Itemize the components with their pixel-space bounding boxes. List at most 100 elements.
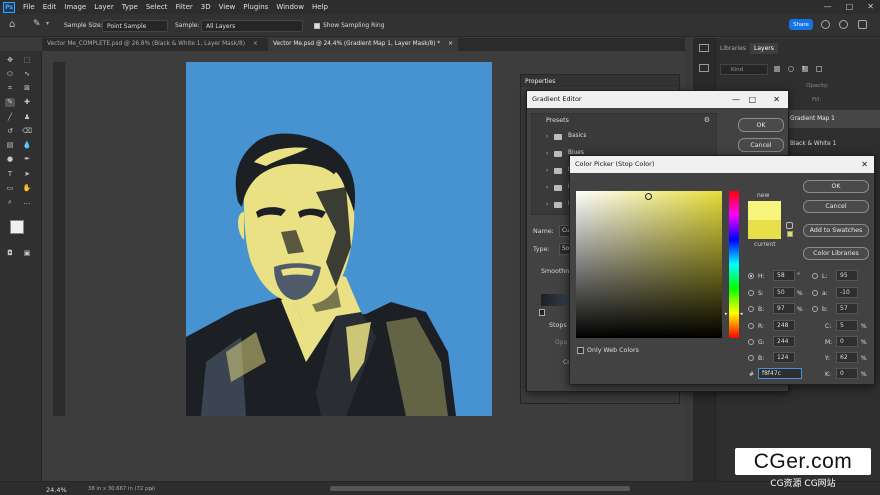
pen-tool-icon[interactable]: ✒ <box>22 155 32 164</box>
layer-kind-filter[interactable]: Kind <box>720 64 768 75</box>
menu-help[interactable]: Help <box>308 3 332 11</box>
gradient-tool-icon[interactable]: ▤ <box>5 141 15 150</box>
minimize-icon[interactable]: — <box>824 0 832 14</box>
red-field[interactable]: 248 <box>773 320 795 331</box>
menu-view[interactable]: View <box>215 3 240 11</box>
lightness-field[interactable]: 95 <box>836 270 858 281</box>
gradient-cancel-button[interactable]: Cancel <box>738 138 784 152</box>
color-picker-cancel-button[interactable]: Cancel <box>803 200 869 213</box>
brightness-field[interactable]: 97 <box>773 303 795 314</box>
workspace-icon[interactable] <box>858 20 867 29</box>
cyan-field[interactable]: 5 <box>836 320 858 331</box>
chevron-down-icon[interactable]: ▾ <box>46 20 49 27</box>
search-icon[interactable] <box>821 20 830 29</box>
saturation-field[interactable]: 50 <box>773 287 795 298</box>
color-picker-titlebar[interactable]: Color Picker (Stop Color) ✕ <box>570 156 874 173</box>
menu-image[interactable]: Image <box>60 3 90 11</box>
gradient-preview-bar[interactable] <box>541 294 571 306</box>
zoom-level[interactable]: 24.4% <box>46 486 67 494</box>
presets-label[interactable]: Presets <box>546 117 569 124</box>
lasso-tool-icon[interactable]: ∿ <box>22 70 32 79</box>
b-lab-field[interactable]: 57 <box>836 303 858 314</box>
type-tool-icon[interactable]: T <box>5 170 15 179</box>
saturation-brightness-field[interactable] <box>576 191 722 338</box>
crop-tool-icon[interactable]: ⌗ <box>5 84 15 93</box>
brightness-radio[interactable] <box>748 306 754 312</box>
only-web-colors-checkbox[interactable] <box>577 347 584 354</box>
rectangle-tool-icon[interactable]: ▭ <box>5 184 15 193</box>
layer-row-gradient-map[interactable]: Gradient Map 1 <box>782 110 880 128</box>
hand-tool-icon[interactable]: ✋ <box>22 184 32 193</box>
a-field[interactable]: -10 <box>836 287 858 298</box>
photoshop-logo-icon[interactable]: Ps <box>3 1 15 13</box>
tab-close-icon[interactable]: × <box>253 41 258 47</box>
magenta-field[interactable]: 0 <box>836 336 858 347</box>
blue-field[interactable]: 124 <box>773 352 795 363</box>
hue-field[interactable]: 58 <box>773 270 795 281</box>
minimize-icon[interactable]: — <box>732 91 740 108</box>
tab-vector-me[interactable]: Vector Me.psd @ 24.4% (Gradient Map 1, L… <box>268 38 458 51</box>
type-filter-icon[interactable]: T <box>802 66 808 72</box>
artboard-tool-icon[interactable]: ⬚ <box>22 56 32 65</box>
screen-mode-icon[interactable]: ▣ <box>22 249 32 258</box>
menu-filter[interactable]: Filter <box>171 3 196 11</box>
a-radio[interactable] <box>812 290 818 296</box>
marquee-tool-icon[interactable]: ⬭ <box>5 70 15 79</box>
hue-radio[interactable] <box>748 273 754 279</box>
move-tool-icon[interactable]: ✥ <box>5 56 15 65</box>
libraries-tab[interactable]: Libraries <box>720 45 746 52</box>
green-field[interactable]: 244 <box>773 336 795 347</box>
current-color-swatch[interactable] <box>748 220 781 239</box>
menu-3d[interactable]: 3D <box>197 3 215 11</box>
add-to-swatches-button[interactable]: Add to Swatches <box>803 224 869 237</box>
frame-tool-icon[interactable]: ⊠ <box>22 84 32 93</box>
path-selection-tool-icon[interactable]: ➤ <box>22 170 32 179</box>
maximize-icon[interactable]: □ <box>846 0 854 14</box>
eyedropper-tool-icon[interactable]: ✎ <box>5 98 15 107</box>
properties-panel-icon[interactable] <box>699 64 709 72</box>
gradient-ok-button[interactable]: OK <box>738 118 784 132</box>
hue-slider-right-arrow[interactable]: ◂ <box>740 311 743 317</box>
chevron-right-icon[interactable]: › <box>150 485 153 493</box>
hue-slider[interactable] <box>729 191 739 338</box>
hue-slider-left-arrow[interactable]: ▸ <box>725 311 728 317</box>
color-libraries-button[interactable]: Color Libraries <box>803 247 869 260</box>
maximize-icon[interactable]: □ <box>748 91 756 108</box>
pixel-filter-icon[interactable] <box>774 66 780 72</box>
shape-filter-icon[interactable] <box>816 66 822 72</box>
more-tools-icon[interactable]: … <box>22 198 32 207</box>
menu-edit[interactable]: Edit <box>39 3 61 11</box>
green-radio[interactable] <box>748 339 754 345</box>
history-panel-icon[interactable] <box>699 44 709 52</box>
show-sampling-ring-checkbox[interactable] <box>314 23 320 29</box>
menu-file[interactable]: File <box>19 3 39 11</box>
adjustment-filter-icon[interactable] <box>788 66 794 72</box>
help-icon[interactable] <box>839 20 848 29</box>
blur-tool-icon[interactable]: 💧 <box>22 141 32 150</box>
menu-layer[interactable]: Layer <box>90 3 118 11</box>
gear-icon[interactable]: ⚙ <box>704 116 710 124</box>
blue-radio[interactable] <box>748 355 754 361</box>
layer-row-black-white[interactable]: Black & White 1 <box>782 135 880 153</box>
hex-field[interactable]: f8f47c <box>758 368 802 379</box>
home-icon[interactable]: ⌂ <box>9 19 15 30</box>
cube-warning-icon[interactable] <box>786 222 793 229</box>
close-icon[interactable]: ✕ <box>861 156 868 173</box>
brush-tool-icon[interactable]: ╱ <box>5 113 15 122</box>
sample-size-dropdown[interactable]: Point Sample <box>102 20 168 32</box>
healing-brush-tool-icon[interactable]: ✚ <box>22 98 32 107</box>
black-field[interactable]: 0 <box>836 368 858 379</box>
artwork-image[interactable] <box>186 62 492 416</box>
gradient-editor-titlebar[interactable]: Gradient Editor — □ ✕ <box>527 91 788 108</box>
color-stop-handle[interactable] <box>539 309 545 316</box>
menu-select[interactable]: Select <box>142 3 172 11</box>
history-brush-tool-icon[interactable]: ↺ <box>5 127 15 136</box>
close-icon[interactable]: ✕ <box>773 91 780 108</box>
yellow-field[interactable]: 62 <box>836 352 858 363</box>
sample-dropdown[interactable]: All Layers <box>201 20 303 32</box>
eyedropper-tool-icon[interactable]: ✎ <box>33 19 41 29</box>
preset-folder-basics[interactable]: › Basics <box>546 132 716 142</box>
color-picker-ok-button[interactable]: OK <box>803 180 869 193</box>
eraser-tool-icon[interactable]: ⌫ <box>22 127 32 136</box>
share-button[interactable]: Share <box>789 19 813 30</box>
